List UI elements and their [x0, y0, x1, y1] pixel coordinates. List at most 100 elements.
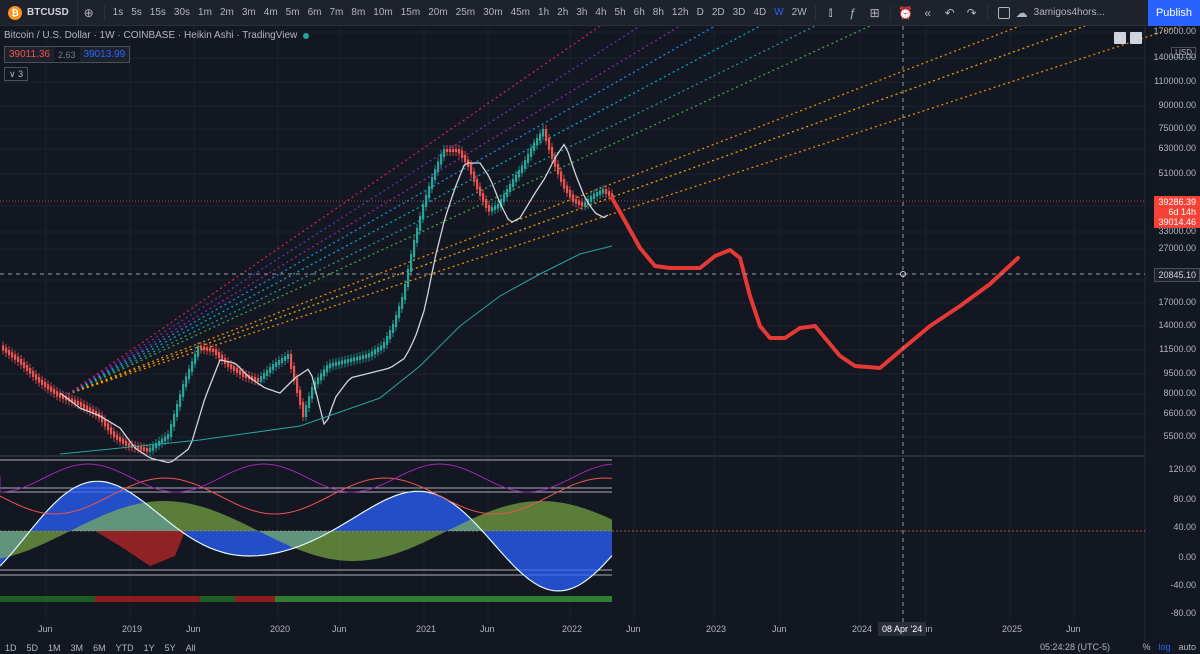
bitcoin-logo-icon: ₿: [8, 5, 22, 20]
auto-toggle[interactable]: auto: [1178, 642, 1196, 652]
interval-3m[interactable]: 3m: [238, 0, 260, 26]
undo-icon[interactable]: ↶: [939, 0, 961, 26]
interval-4D[interactable]: 4D: [749, 0, 770, 26]
replay-icon[interactable]: «: [917, 0, 939, 26]
interval-8h[interactable]: 8h: [649, 0, 668, 26]
interval-1h[interactable]: 1h: [534, 0, 553, 26]
candle-body: [578, 200, 581, 205]
interval-W[interactable]: W: [770, 0, 787, 26]
interval-25m[interactable]: 25m: [452, 0, 479, 26]
candle-body: [14, 354, 17, 360]
interval-3h[interactable]: 3h: [572, 0, 591, 26]
oscillator-tick: 0.00: [1178, 552, 1196, 562]
log-toggle[interactable]: log: [1158, 642, 1170, 652]
interval-12h[interactable]: 12h: [668, 0, 693, 26]
candle-body: [515, 174, 518, 182]
candle-body: [413, 240, 416, 257]
interval-10m[interactable]: 10m: [369, 0, 396, 26]
interval-3D[interactable]: 3D: [729, 0, 750, 26]
range-1Y[interactable]: 1Y: [139, 643, 160, 653]
range-5D[interactable]: 5D: [22, 643, 44, 653]
candle-body: [509, 184, 512, 192]
interval-2m[interactable]: 2m: [216, 0, 238, 26]
oscillator-tick: 40.00: [1173, 522, 1196, 532]
candle-body: [263, 373, 266, 379]
fan-line: [67, 26, 1021, 395]
price-tick: 14000.00: [1158, 320, 1196, 330]
interval-2W[interactable]: 2W: [788, 0, 811, 26]
candle-body: [260, 376, 263, 382]
candle-body: [491, 207, 494, 212]
candle-body: [434, 169, 437, 180]
interval-1s[interactable]: 1s: [109, 0, 128, 26]
range-3M[interactable]: 3M: [66, 643, 89, 653]
templates-icon[interactable]: ⊞: [864, 0, 886, 26]
sell-button[interactable]: 39011.36: [5, 47, 54, 62]
interval-4h[interactable]: 4h: [591, 0, 610, 26]
candle-body: [395, 315, 398, 327]
indicators-icon[interactable]: ƒ: [842, 0, 864, 26]
candle-body: [419, 216, 422, 231]
percent-toggle[interactable]: %: [1142, 642, 1150, 652]
range-All[interactable]: All: [181, 643, 201, 653]
candle-body: [113, 431, 116, 438]
range-1D[interactable]: 1D: [0, 643, 22, 653]
candle-body: [341, 360, 344, 365]
interval-6m[interactable]: 6m: [304, 0, 326, 26]
symbol-search[interactable]: ₿ BTCUSD: [0, 0, 78, 26]
interval-list: 1s 5s 15s 30s 1m 2m 3m 4m 5m 6m 7m 8m 10m 15m 20m 25m 30…: [109, 0, 811, 26]
candle-body: [581, 202, 584, 207]
interval-7m[interactable]: 7m: [325, 0, 347, 26]
candle-body: [140, 446, 143, 451]
interval-20m[interactable]: 20m: [424, 0, 451, 26]
range-5Y[interactable]: 5Y: [160, 643, 181, 653]
price-tick: 75000.00: [1158, 123, 1196, 133]
interval-4m[interactable]: 4m: [260, 0, 282, 26]
layout-selector[interactable]: ☁ 3amigos4hors...: [992, 0, 1111, 26]
chart-canvas[interactable]: [0, 26, 1200, 642]
close-pane-icon[interactable]: [1130, 32, 1142, 44]
interval-5h[interactable]: 5h: [611, 0, 630, 26]
candle-body: [161, 438, 164, 444]
publish-button[interactable]: Publish: [1148, 0, 1200, 26]
indicators-toggle[interactable]: ∨ 3: [4, 67, 29, 81]
interval-30s[interactable]: 30s: [170, 0, 194, 26]
candle-style-icon[interactable]: ⫾: [820, 0, 842, 26]
interval-2h[interactable]: 2h: [553, 0, 572, 26]
candle-body: [143, 447, 146, 451]
interval-6h[interactable]: 6h: [630, 0, 649, 26]
alert-icon[interactable]: ⏰: [895, 0, 917, 26]
clock[interactable]: 05:24:28 (UTC-5): [1040, 642, 1110, 652]
maximize-pane-icon[interactable]: [1114, 32, 1126, 44]
candle-body: [431, 177, 434, 189]
scale-toggles: % log auto: [1142, 642, 1196, 652]
interval-8m[interactable]: 8m: [347, 0, 369, 26]
range-YTD[interactable]: YTD: [111, 643, 139, 653]
range-6M[interactable]: 6M: [88, 643, 111, 653]
interval-5s[interactable]: 5s: [127, 0, 146, 26]
candle-body: [539, 133, 542, 141]
candle-body: [299, 390, 302, 405]
time-tick: 2020: [270, 624, 291, 634]
candle-body: [167, 434, 170, 440]
range-1M[interactable]: 1M: [43, 643, 66, 653]
redo-icon[interactable]: ↷: [961, 0, 983, 26]
interval-45m[interactable]: 45m: [507, 0, 534, 26]
candle-body: [182, 384, 185, 397]
interval-D[interactable]: D: [693, 0, 708, 26]
price-tick: 5500.00: [1163, 431, 1196, 441]
interval-1m[interactable]: 1m: [194, 0, 216, 26]
interval-15s[interactable]: 15s: [146, 0, 170, 26]
candle-body: [338, 361, 341, 365]
candle-body: [404, 284, 407, 300]
interval-15m[interactable]: 15m: [397, 0, 424, 26]
compare-add-icon[interactable]: ⊕: [78, 0, 100, 26]
candle-body: [5, 347, 8, 353]
price-tick: 51000.00: [1158, 168, 1196, 178]
candle-body: [437, 161, 440, 172]
interval-30m[interactable]: 30m: [479, 0, 506, 26]
interval-2D[interactable]: 2D: [708, 0, 729, 26]
interval-5m[interactable]: 5m: [282, 0, 304, 26]
candle-body: [605, 189, 608, 195]
buy-button[interactable]: 39013.99: [79, 47, 130, 62]
